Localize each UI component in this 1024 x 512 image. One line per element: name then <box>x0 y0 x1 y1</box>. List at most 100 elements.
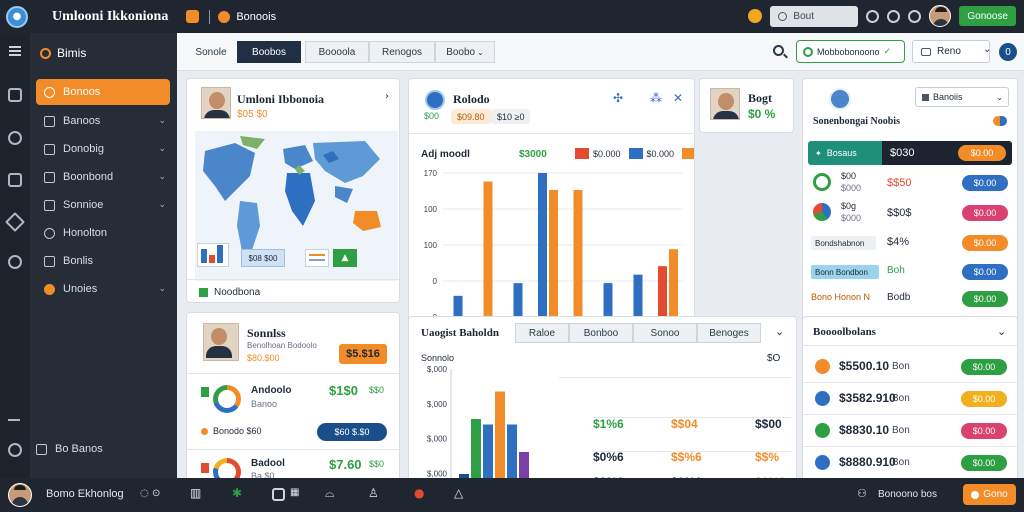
document-icon[interactable] <box>272 488 285 501</box>
top-search-button[interactable]: Bout <box>770 5 859 27</box>
tab-sonole[interactable]: Sonole <box>185 41 237 63</box>
tab-boobo[interactable]: Boobo ⌄ <box>435 41 495 63</box>
dome-icon[interactable]: ⌓ <box>325 486 335 501</box>
sidebar-item-icon <box>44 143 55 155</box>
bottom-avatar[interactable] <box>8 483 32 507</box>
warning-icon[interactable]: △ <box>454 486 463 500</box>
table-card-title: Uaogist Baholdn <box>421 327 499 339</box>
chevron-down-icon[interactable]: ⌄ <box>997 325 1006 338</box>
expand-icon[interactable]: ✣ <box>613 91 623 105</box>
tab-boooola[interactable]: Boooola <box>305 41 369 63</box>
table-tab-raloe[interactable]: Raloe <box>515 323 569 343</box>
y-tick-label: 100 <box>424 241 438 250</box>
chevron-right-icon[interactable]: › <box>385 91 389 102</box>
grid-icon[interactable]: ▦ <box>290 487 299 498</box>
bar <box>633 274 643 317</box>
sidebar-item-boonbond[interactable]: Boonbond ⌄ <box>36 164 170 190</box>
bar <box>507 424 517 485</box>
tab-bonoois[interactable]: Bonoois <box>218 10 276 23</box>
chevron-down-icon[interactable]: ⌄ <box>775 325 784 338</box>
menu-icon[interactable] <box>9 46 21 56</box>
row2-pill[interactable]: $0.00 <box>962 205 1008 221</box>
alert-icon[interactable] <box>8 411 20 421</box>
row4-pill[interactable]: $0.00 <box>962 264 1008 280</box>
sidebar-item-banoos[interactable]: Banoos ⌄ <box>36 108 170 134</box>
sidebar-item-bonoos[interactable]: Bonoos <box>36 79 170 105</box>
sidebar-item-sonnioe[interactable]: Sonnioe ⌄ <box>36 192 170 218</box>
analytics-icon[interactable]: ▥ <box>190 486 201 500</box>
tab-boobos[interactable]: Boobos <box>237 41 301 63</box>
bars-icon <box>201 387 209 397</box>
search-icon[interactable] <box>773 45 784 56</box>
person-card-title: Bogt <box>748 91 772 105</box>
sidebar-item-donobig[interactable]: Donobig ⌄ <box>36 136 170 162</box>
toggle-icon[interactable] <box>993 116 1007 126</box>
sidebar-item-unoies[interactable]: Unoies ⌄ <box>36 276 170 302</box>
transaction-pill[interactable]: $0.00 <box>961 359 1007 375</box>
table-tab-bonboo[interactable]: Bonboo <box>569 323 633 343</box>
hierarchy-icon[interactable]: ⁂ <box>650 91 662 105</box>
people-icon[interactable] <box>8 131 22 145</box>
transaction-pill[interactable]: $0.00 <box>961 455 1007 471</box>
info-icon[interactable] <box>866 9 880 23</box>
tab-renogos[interactable]: Renogos <box>369 41 435 63</box>
people-icon[interactable]: ⚇ <box>857 487 867 500</box>
row1-value: $1$0 <box>329 383 358 398</box>
sidebar-item-label: Donobig <box>63 143 104 155</box>
transaction-pill[interactable]: $0.00 <box>961 423 1007 439</box>
leaf-icon[interactable]: ✱ <box>232 486 242 500</box>
chat-icon[interactable]: ◌ <box>140 488 149 499</box>
trend-bar-chart[interactable]: $,000$,000$,000$,000 <box>417 365 557 485</box>
sidebar-bottom-item[interactable]: Bo Banos <box>36 443 103 455</box>
summary-badge[interactable]: $5.$16 <box>339 344 387 364</box>
cube-icon[interactable] <box>8 88 22 102</box>
table-col-label: Sonnolo <box>421 353 455 363</box>
map-tag: $08 $00 <box>241 249 285 267</box>
main-tab-bar: Sonole Boobos Boooola Renogos Boobo ⌄ Mob… <box>177 33 1024 71</box>
bar <box>573 189 583 317</box>
tool-icon[interactable] <box>5 212 25 232</box>
icon-rail <box>0 33 30 478</box>
list-select[interactable]: Banoiis ⌄ <box>915 87 1009 107</box>
transaction-row[interactable]: $3582.910 Bon $0.00 <box>803 385 1017 415</box>
table-tab-sonoo[interactable]: Sonoo <box>633 323 697 343</box>
status-filter-button[interactable]: Mobbobonoono ✓ <box>796 40 905 63</box>
table-tab-benoges[interactable]: Benoges <box>697 323 761 343</box>
transaction-row[interactable]: $8830.10 Bon $0.00 <box>803 417 1017 447</box>
transaction-amount: $3582.910 <box>839 391 896 405</box>
transaction-tag: Bon <box>892 361 910 372</box>
close-icon[interactable]: ✕ <box>673 91 683 105</box>
coin-icon[interactable] <box>748 9 763 23</box>
world-map[interactable]: $08 $00 ▲ <box>195 131 398 281</box>
chevron-down-icon[interactable]: ⌄ <box>983 44 991 55</box>
transaction-row[interactable]: $5500.10 Bon $0.00 <box>803 353 1017 383</box>
notification-badge[interactable]: 0 <box>999 43 1017 61</box>
grid-icon[interactable] <box>8 173 22 187</box>
revenue-bar-chart[interactable]: 17010010000PotBooboSoooGooboGooBooBooFoo <box>417 167 689 337</box>
help-icon[interactable] <box>908 9 922 23</box>
bottom-bar: Bomo Ekhonlog ◌ ⊙ ▥ ✱ ▦ ⌓ ♙ ● △ ⚇ Bonoon… <box>0 478 1024 512</box>
user-avatar[interactable] <box>929 5 952 27</box>
user-icon[interactable]: ♙ <box>368 486 379 500</box>
row5-pill[interactable]: $0.00 <box>962 291 1008 307</box>
summary-value: $80.$00 <box>247 353 280 363</box>
sidebar-item-bonlis[interactable]: Bonlis <box>36 248 170 274</box>
bottom-action-button[interactable]: Gono <box>963 484 1016 505</box>
help-rail-icon[interactable] <box>8 443 22 457</box>
top-action-button[interactable]: Gonoose <box>959 6 1016 26</box>
row1-line2: $000 <box>841 183 862 193</box>
row3-pill[interactable]: $0.00 <box>962 235 1008 251</box>
row2-pill[interactable]: $60 $.$0 <box>317 423 387 441</box>
transaction-pill[interactable]: $0.00 <box>961 391 1007 407</box>
active-row-pill[interactable]: $0.00 <box>958 145 1006 161</box>
view-select[interactable]: Reno <box>912 40 990 63</box>
globe-icon[interactable] <box>8 255 22 269</box>
row2-value: $$0$ <box>887 207 912 219</box>
settings-icon[interactable] <box>887 9 901 23</box>
settings-icon[interactable]: ⊙ <box>152 488 160 499</box>
alert-user-icon[interactable]: ● <box>414 486 424 500</box>
row1-pill[interactable]: $0.00 <box>962 175 1008 191</box>
sidebar-item-honolton[interactable]: Honolton <box>36 220 170 246</box>
transaction-icon <box>815 423 830 438</box>
transaction-row[interactable]: $8880.910 Bon $0.00 <box>803 449 1017 479</box>
